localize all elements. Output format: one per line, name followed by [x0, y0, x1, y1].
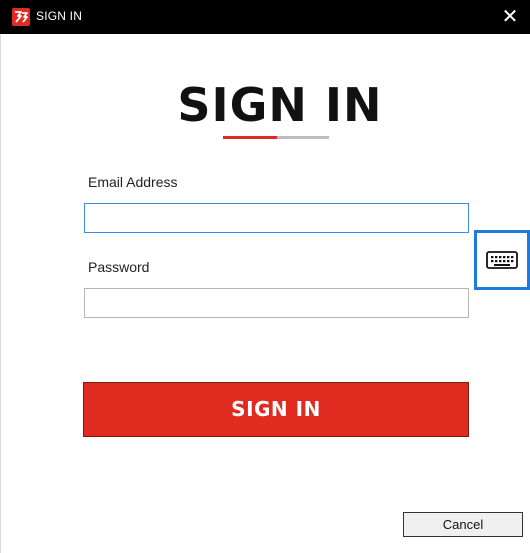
close-icon[interactable]: ✕ [502, 6, 519, 28]
on-screen-keyboard-button[interactable] [474, 230, 530, 290]
sign-in-window: SIGN IN ✕ SIGN IN Email Address Password… [0, 0, 530, 553]
window-title: SIGN IN [36, 9, 83, 23]
email-field[interactable] [84, 203, 469, 233]
cancel-button[interactable]: Cancel [403, 512, 523, 537]
title-underline-accent [223, 136, 277, 139]
password-field[interactable] [84, 288, 469, 318]
sign-in-button[interactable]: SIGN IN [83, 382, 469, 437]
close-button[interactable]: ✕ [490, 0, 530, 34]
app-logo-icon [12, 8, 30, 26]
page-title: SIGN IN [177, 78, 383, 132]
password-label: Password [88, 259, 150, 275]
keyboard-icon[interactable] [486, 250, 518, 270]
email-label: Email Address [88, 174, 178, 190]
title-underline-secondary [277, 136, 329, 139]
title-bar: SIGN IN ✕ [0, 0, 530, 34]
